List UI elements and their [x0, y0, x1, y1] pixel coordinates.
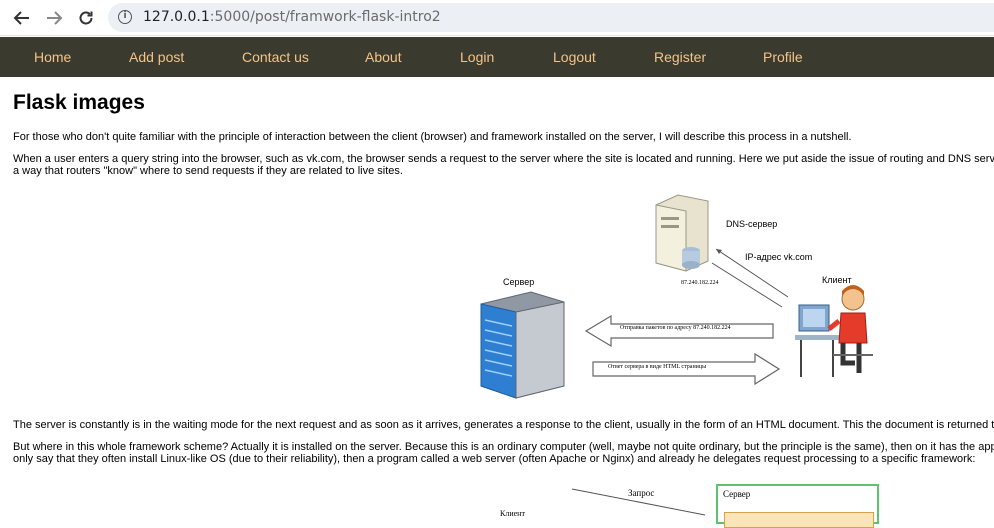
reload-icon [79, 11, 93, 25]
exchange-arrows [584, 314, 781, 386]
browser-toolbar: i 127.0.0.1:5000/post/framwork-flask-int… [0, 0, 994, 36]
arrow-left-icon [13, 11, 29, 25]
forward-button[interactable] [42, 6, 66, 30]
server-inner-box [724, 512, 874, 528]
nav-add-post[interactable]: Add post [129, 49, 184, 65]
paragraph-2-line-2: a way that routers "know" where to send … [13, 165, 403, 177]
dns-client-lines [711, 248, 789, 308]
info-icon[interactable]: i [118, 10, 132, 24]
arrow-right-icon [47, 11, 63, 25]
paragraph-3: The server is constantly is in the waiti… [13, 419, 994, 431]
address-bar[interactable]: i 127.0.0.1:5000/post/framwork-flask-int… [108, 3, 994, 32]
reload-button[interactable] [74, 6, 98, 30]
back-button[interactable] [10, 6, 34, 30]
framework-diagram: Запрос Клиент Сервер [495, 480, 895, 528]
server-box-label: Сервер [723, 489, 751, 499]
nav-register[interactable]: Register [654, 49, 706, 65]
nav-about[interactable]: About [365, 49, 402, 65]
server-response-text: Ответ сервера в виде HTML страницы [608, 364, 707, 370]
nav-login[interactable]: Login [460, 49, 494, 65]
nav-profile[interactable]: Profile [763, 49, 803, 65]
page-title: Flask images [13, 91, 145, 114]
client-label: Клиент [822, 275, 852, 285]
client-server-diagram: DNS-сервер IP-адрес vk.com 87.240.182.22… [468, 190, 888, 405]
packet-send-text: Отправка пакетов по адресу 87.240.182.22… [620, 325, 731, 331]
client-computer-icon [795, 285, 873, 377]
request-label: Запрос [628, 488, 655, 498]
server-box: Сервер [716, 484, 879, 528]
dns-server-label: DNS-сервер [726, 219, 778, 229]
url-text: 127.0.0.1:5000/post/framwork-flask-intro… [143, 9, 441, 25]
nav-logout[interactable]: Logout [553, 49, 596, 65]
dns-server-icon [655, 194, 709, 272]
paragraph-4-line-2: only say that they often install Linux-l… [13, 453, 976, 465]
client-label-2: Клиент [500, 509, 525, 518]
paragraph-4-line-1: But where in this whole framework scheme… [13, 441, 994, 453]
nav-home[interactable]: Home [34, 49, 71, 65]
server-label: Сервер [503, 277, 535, 287]
site-navbar: Home Add post Contact us About Login Log… [0, 37, 994, 77]
paragraph-2-line-1: When a user enters a query string into t… [13, 153, 994, 165]
paragraph-1: For those who don't quite familiar with … [13, 131, 852, 143]
server-rack-icon [480, 291, 565, 399]
nav-contact-us[interactable]: Contact us [242, 49, 309, 65]
